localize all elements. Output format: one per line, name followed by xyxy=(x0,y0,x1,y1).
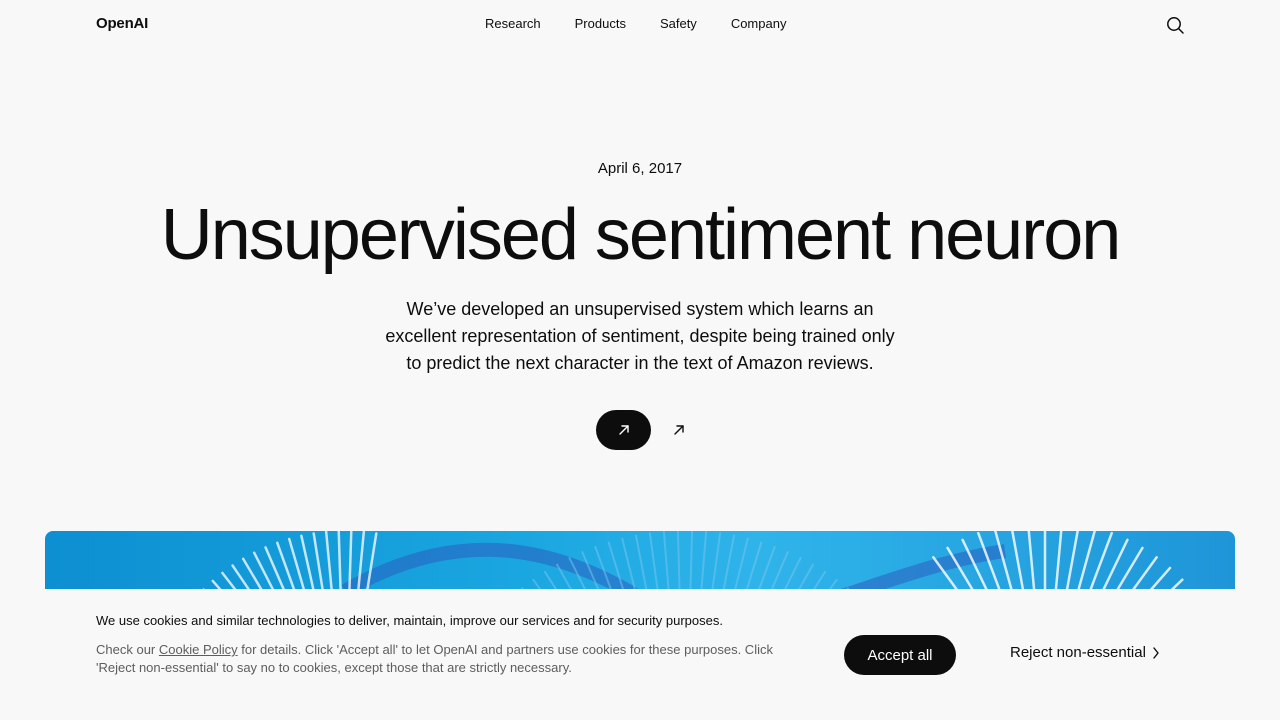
publish-date: April 6, 2017 xyxy=(597,160,683,177)
nav-research[interactable]: Research xyxy=(485,16,541,31)
reject-label: Reject non-essential xyxy=(1010,644,1146,661)
page-title: Unsupervised sentiment neuron xyxy=(160,195,1122,275)
chevron-right-icon xyxy=(1153,646,1159,659)
page-subtitle: We’ve developed an unsupervised system w… xyxy=(385,299,895,373)
reject-non-essential-button[interactable]: Reject non-essential xyxy=(1010,644,1160,661)
nav-safety[interactable]: Safety xyxy=(660,16,697,31)
nav-products[interactable]: Products xyxy=(575,16,626,31)
secondary-arrow-button[interactable] xyxy=(669,420,689,440)
primary-arrow-button[interactable] xyxy=(596,410,651,450)
top-nav: OpenAI Research Products Safety Company xyxy=(0,0,1280,50)
page: OpenAI Research Products Safety Company … xyxy=(0,0,1280,720)
arrow-up-right-icon xyxy=(618,425,629,435)
cookie-heading: We use cookies and similar technologies … xyxy=(96,613,723,628)
accept-all-button[interactable]: Accept all xyxy=(844,635,956,675)
cookie-policy-link[interactable]: Cookie Policy xyxy=(159,642,238,657)
nav-links: Research Products Safety Company xyxy=(485,16,786,31)
search-icon[interactable] xyxy=(1165,15,1185,35)
cookie-banner: We use cookies and similar technologies … xyxy=(0,589,1280,720)
cookie-text-prefix: Check our xyxy=(96,642,159,657)
nav-company[interactable]: Company xyxy=(731,16,787,31)
openai-logo[interactable]: OpenAI xyxy=(96,15,148,32)
cookie-description: Check our Cookie Policy for details. Cli… xyxy=(96,641,806,677)
arrow-up-right-icon xyxy=(674,425,684,435)
